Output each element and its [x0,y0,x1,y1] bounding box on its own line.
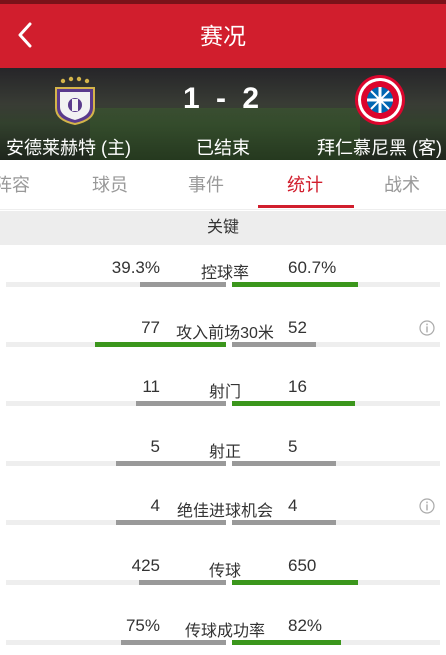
info-icon[interactable] [419,498,435,514]
away-stat-bar [232,520,336,525]
away-stat-value: 52 [288,318,307,337]
info-icon[interactable] [419,320,435,336]
away-stat-bar [232,640,341,645]
stat-row: 77 攻入前场30米 52 [0,318,446,378]
away-stat-bar [232,401,355,406]
home-stat-bar [116,520,226,525]
away-team-name[interactable]: 拜仁慕尼黑 (客) [317,134,442,160]
tab-bar: 阵容 球员 事件 统计 战术 [0,160,446,210]
stat-label: 射正 [208,444,241,461]
stat-label: 传球 [208,563,241,580]
away-stat-value: 5 [288,437,298,456]
match-score: 1 - 2 [182,82,264,115]
home-stat-value: 75% [125,616,160,635]
away-stat-value: 16 [288,377,307,396]
stat-row: 39.3% 控球率 60.7% [0,258,446,318]
stat-row: 75% 传球成功率 82% [0,616,446,655]
away-stat-value: 82% [288,616,323,635]
top-bar: 赛况 [0,0,446,68]
away-stat-bar [232,282,358,287]
tab-events[interactable]: 事件 [166,160,246,210]
home-stat-bar [139,580,226,585]
tab-players[interactable]: 球员 [70,160,150,210]
stat-label: 传球成功率 [184,623,265,640]
away-stat-value: 650 [288,556,317,575]
back-button[interactable] [10,18,40,52]
stat-row: 11 射门 16 [0,377,446,437]
tab-stats[interactable]: 统计 [265,160,345,210]
home-stat-bar [116,461,226,466]
home-stat-value: 4 [150,496,160,515]
active-tab-indicator [258,205,354,208]
match-header: 1 - 2 安德莱赫特 (主) 已结束 拜仁慕尼黑 (客) [0,68,446,160]
home-stat-value: 39.3% [111,258,160,277]
stat-label: 射门 [208,384,241,401]
home-stat-bar [121,640,226,645]
home-stat-bar [95,342,226,347]
stat-label: 攻入前场30米 [176,325,274,342]
stat-row: 5 射正 5 [0,437,446,497]
away-stat-bar [232,580,358,585]
away-stat-bar [232,342,316,347]
tab-lineup[interactable]: 阵容 [0,160,52,210]
home-stat-bar [136,401,226,406]
home-stat-value: 77 [141,318,160,337]
page-title: 赛况 [200,23,246,49]
away-stat-bar [232,461,336,466]
stat-label: 控球率 [200,265,249,282]
stat-label: 绝佳进球机会 [176,503,273,520]
section-header-key: 关键 [0,211,446,245]
stat-row: 4 绝佳进球机会 4 [0,496,446,556]
home-stat-value: 425 [131,556,160,575]
tab-tactics[interactable]: 战术 [362,160,442,210]
away-stat-value: 4 [288,496,298,515]
chevron-left-icon [18,22,32,48]
home-stat-value: 5 [150,437,160,456]
home-stat-value: 11 [142,377,160,396]
away-stat-value: 60.7% [288,258,337,277]
stat-row: 425 传球 650 [0,556,446,616]
home-stat-bar [140,282,226,287]
